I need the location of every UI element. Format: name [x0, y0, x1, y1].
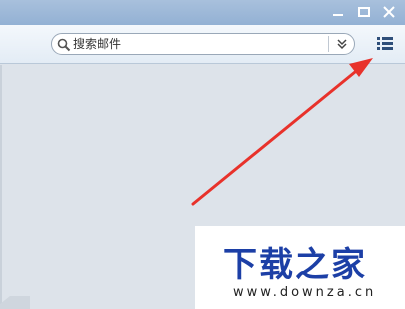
watermark-url: www.downza.cn	[233, 285, 377, 300]
watermark: 下载之家 www.downza.cn	[195, 226, 405, 309]
watermark-title: 下载之家	[223, 245, 367, 285]
